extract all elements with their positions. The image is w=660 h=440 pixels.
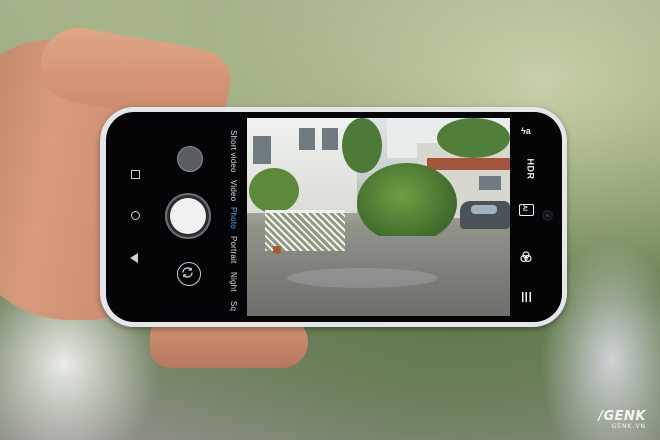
watermark-brand: /GENK [598,409,646,424]
menu-icon[interactable] [522,292,531,302]
watermark-brand-text: GENK [603,409,646,424]
switch-camera-button[interactable] [177,262,201,286]
viewfinder-car-window [471,205,497,214]
viewfinder-tree [249,168,299,213]
back-nav-button[interactable] [130,253,138,263]
phone-screen: Short video Video Photo Portrait Night S… [106,112,562,322]
viewfinder-window [299,128,315,150]
viewfinder-window [322,128,338,150]
camera-mode-selector: Short video Video Photo Portrait Night S… [226,112,244,322]
viewfinder-window [479,176,501,190]
viewfinder-tree [437,118,510,158]
viewfinder-puddle [287,268,437,288]
front-camera-hole [544,212,551,219]
viewfinder-window [253,136,271,164]
hdr-toggle[interactable]: HDR [526,159,536,180]
switch-camera-icon [182,267,193,278]
shutter-button[interactable] [170,198,206,234]
flash-toggle[interactable]: ϟa [521,126,531,136]
watermark-site: GENK.VN [611,423,646,430]
filters-button[interactable] [520,251,532,265]
viewfinder-flowerpot [273,246,281,254]
viewfinder-tree [342,118,382,173]
ai-label: AI [521,205,527,211]
recents-nav-button[interactable] [131,170,140,179]
camera-viewfinder[interactable] [247,118,510,316]
gallery-thumbnail-button[interactable] [177,146,203,172]
home-nav-button[interactable] [131,211,140,220]
filters-icon [520,251,532,263]
watermark: /GENK GENK.VN [598,409,646,430]
viewfinder-roof [427,158,510,170]
mode-square[interactable]: Sq [229,301,238,322]
viewfinder-fence [265,210,345,251]
viewfinder-bush [357,163,457,243]
ai-toggle[interactable]: AI [519,204,534,216]
photo-background: Short video Video Photo Portrait Night S… [0,0,660,440]
